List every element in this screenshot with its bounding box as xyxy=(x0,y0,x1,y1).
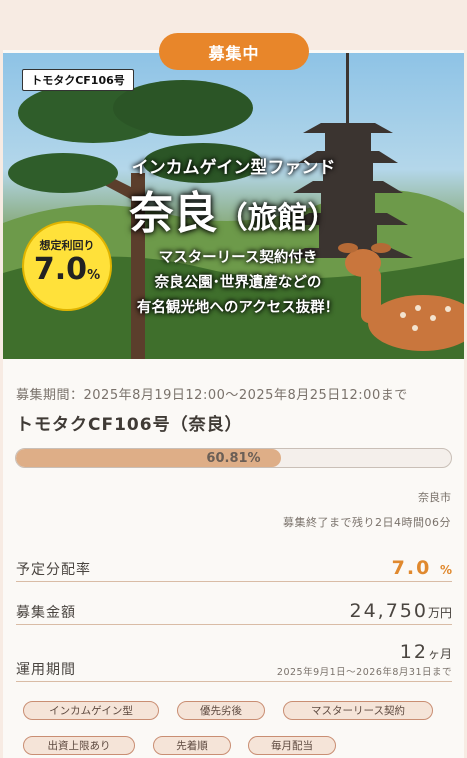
amount-label: 募集金額 xyxy=(16,605,76,621)
distribution-label: 予定分配率 xyxy=(16,562,91,578)
recruitment-period: 募集期間：2025年8月19日12:00～2025年8月25日12:00まで xyxy=(16,388,408,403)
fund-number-tag: トモタクCF106号 xyxy=(22,69,134,91)
funding-progress-bar: 60.81% xyxy=(15,448,452,468)
tag-monthly-dividend: 毎月配当 xyxy=(248,736,336,755)
amount-value: 24,750万円 xyxy=(349,600,453,622)
yield-badge: 想定利回り 7.0% xyxy=(22,221,112,311)
time-remaining: 募集終了まで残り2日4時間06分 xyxy=(283,516,451,529)
amount-row: 募集金額 24,750万円 xyxy=(16,596,452,625)
hero-image[interactable]: トモタクCF106号 インカムゲイン型ファンド 奈良（旅館） マスターリース契約… xyxy=(3,53,464,359)
hero-title-paren: （旅館） xyxy=(217,201,338,236)
status-badge: 募集中 xyxy=(159,33,309,70)
tag-first-come: 先着順 xyxy=(153,736,231,755)
distribution-value: 7.0 % xyxy=(391,557,452,579)
hero-title-main: 奈良 xyxy=(129,188,218,239)
term-value: 12ヶ月 xyxy=(399,641,452,663)
fund-title[interactable]: トモタクCF106号（奈良） xyxy=(16,410,243,435)
yield-label: 想定利回り xyxy=(39,239,95,252)
progress-label: 60.81% xyxy=(206,450,261,466)
term-dates: 2025年9月1日～2026年8月31日まで xyxy=(276,667,452,678)
location: 奈良市 xyxy=(418,491,451,504)
hero-subtitle: インカムゲイン型ファンド xyxy=(131,158,336,178)
hero-line: 有名観光地へのアクセス抜群！ xyxy=(136,300,340,316)
distribution-row: 予定分配率 7.0 % xyxy=(16,554,452,582)
hero-catchcopy: マスターリース契約付き 奈良公園･世界遺産などの 有名観光地へのアクセス抜群！ xyxy=(108,246,368,321)
hero-line: 奈良公園･世界遺産などの xyxy=(154,275,322,291)
tag-income-gain: インカムゲイン型 xyxy=(23,701,159,720)
yield-value: 7.0% xyxy=(33,252,101,287)
tag-investment-cap: 出資上限あり xyxy=(23,736,135,755)
tag-master-lease: マスターリース契約 xyxy=(283,701,433,720)
term-label: 運用期間 xyxy=(16,662,76,678)
term-row: 運用期間 12ヶ月 2025年9月1日～2026年8月31日まで xyxy=(16,636,452,682)
tag-senior-subordinate: 優先劣後 xyxy=(177,701,265,720)
hero-line: マスターリース契約付き xyxy=(158,250,318,266)
